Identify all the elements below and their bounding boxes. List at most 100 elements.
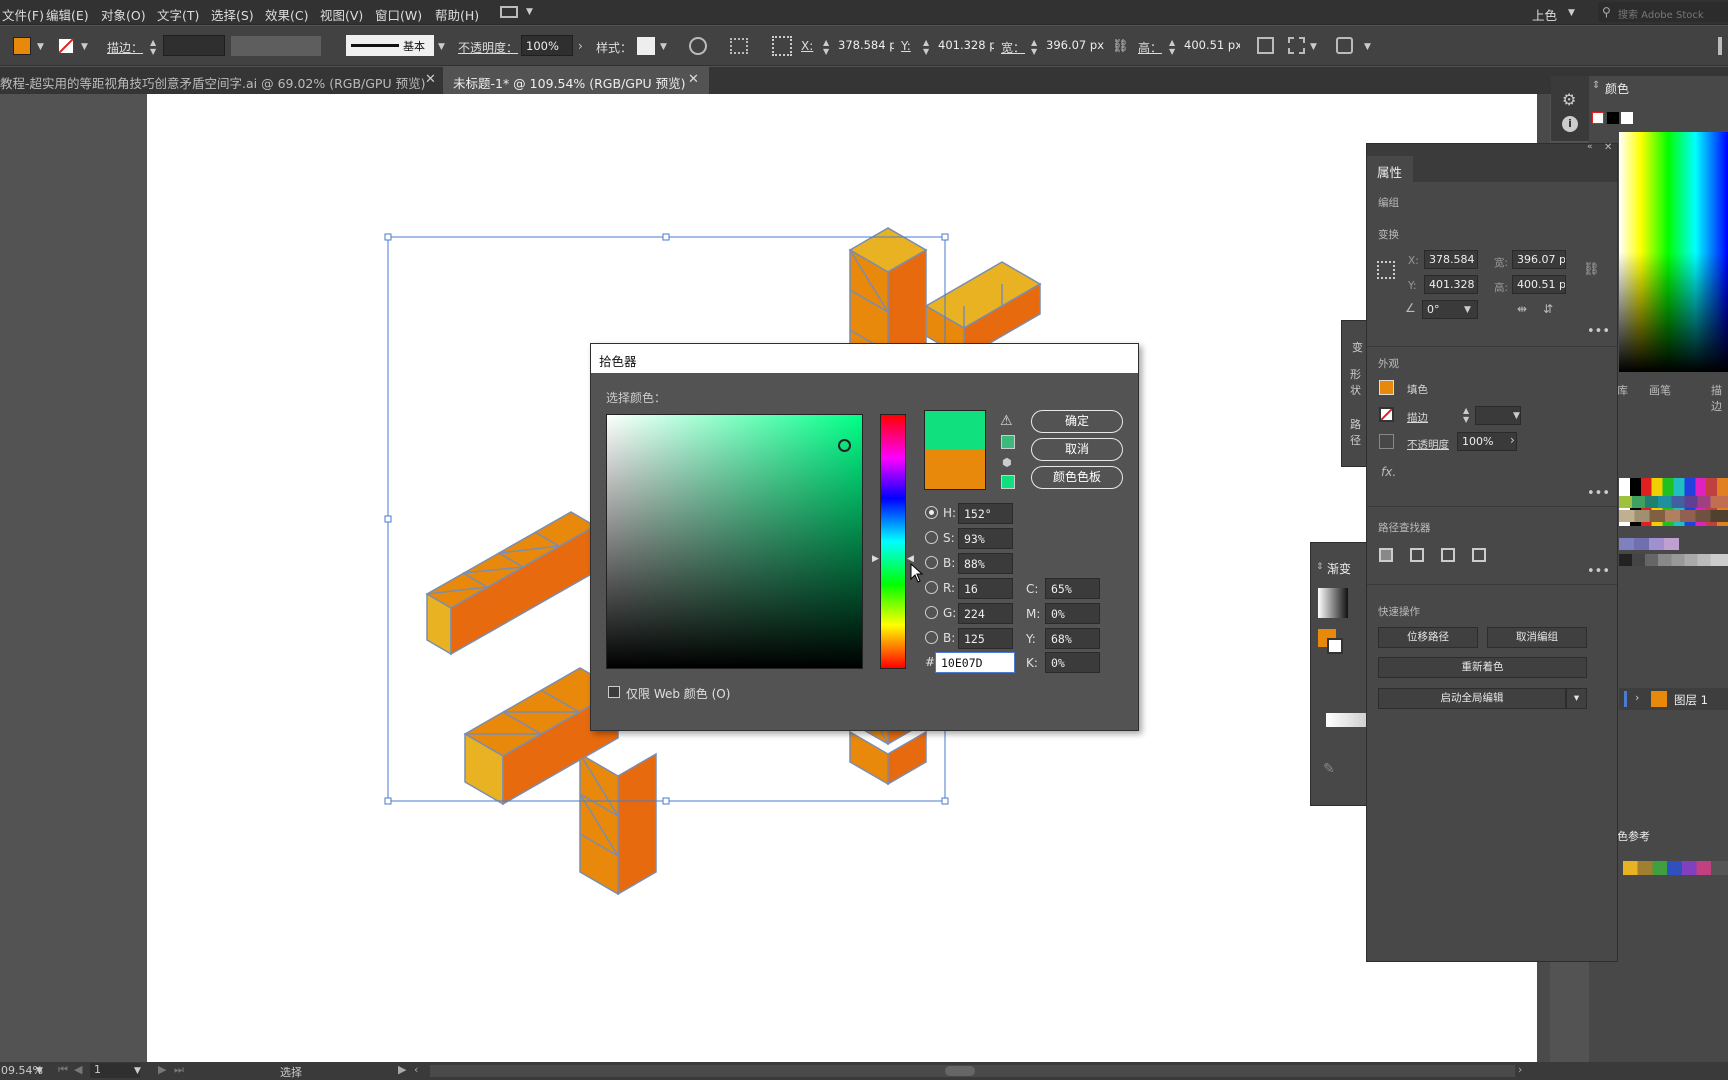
layer-row[interactable]: › 图层 1 [1619, 688, 1728, 710]
tab-color-guide[interactable]: 色参考 [1617, 828, 1650, 844]
menu-window[interactable]: 窗口(W) [375, 5, 422, 24]
color-spectrum[interactable] [1619, 132, 1728, 372]
chevron-down-icon[interactable]: ▼ [36, 1066, 43, 1076]
fill-swatch[interactable] [1379, 380, 1394, 395]
more-options-icon[interactable]: ••• [1587, 324, 1610, 339]
scroll-thumb[interactable] [945, 1066, 975, 1076]
gradient-preview[interactable] [1318, 588, 1348, 618]
workspace-switcher-icon[interactable] [500, 6, 518, 18]
swatch-row-3[interactable] [1619, 510, 1728, 522]
tab-gradient[interactable]: 渐变 [1327, 560, 1351, 577]
hue-radio[interactable] [925, 506, 938, 519]
close-icon[interactable]: ✕ [1604, 142, 1612, 153]
height-input[interactable]: 400.51 px [1180, 35, 1240, 56]
status-menu-icon[interactable]: ▶ [398, 1063, 406, 1076]
brightness-radio[interactable] [925, 556, 938, 569]
isolate-icon[interactable] [1288, 37, 1305, 54]
style-swatch[interactable] [637, 37, 655, 55]
web-only-checkbox[interactable] [608, 686, 620, 698]
fill-swatch[interactable] [13, 37, 31, 55]
menu-type[interactable]: 文字(T) [157, 5, 199, 24]
artboard-number-input[interactable]: 1 [90, 1063, 140, 1078]
stepper-icon[interactable]: ▲ ▼ [923, 38, 929, 56]
stepper-icon[interactable]: ▲ ▼ [1169, 38, 1175, 56]
chevron-down-icon[interactable]: ▼ [134, 1066, 141, 1076]
last-artboard-icon[interactable]: ⏭ [174, 1063, 184, 1077]
collapse-icon[interactable]: « [1587, 142, 1593, 152]
info-icon[interactable]: i [1562, 116, 1578, 132]
chevron-right-icon[interactable]: › [1510, 433, 1515, 447]
menu-edit[interactable]: 编辑(E) [46, 5, 89, 24]
first-artboard-icon[interactable]: ⏮ [58, 1063, 68, 1077]
yellow-input[interactable]: 68% [1045, 628, 1100, 649]
puppet-warp-icon[interactable] [1336, 37, 1353, 54]
flip-vertical-icon[interactable]: ⇵ [1543, 302, 1553, 316]
blue-radio[interactable] [925, 631, 938, 644]
menu-view[interactable]: 视图(V) [320, 5, 363, 24]
swatch-row-grays[interactable] [1619, 554, 1728, 566]
y-input[interactable]: 401.328 p [934, 35, 994, 56]
hex-input[interactable]: 10E07D [935, 652, 1015, 673]
tab-brushes[interactable]: 画笔 [1649, 382, 1671, 398]
layer-name[interactable]: 图层 1 [1674, 692, 1708, 708]
chevron-right-icon[interactable]: › [578, 39, 583, 53]
stroke-swatch[interactable] [1327, 638, 1343, 654]
color-guide-strip[interactable] [1623, 861, 1728, 875]
y-input[interactable]: 401.328 [1424, 275, 1478, 294]
cyan-input[interactable]: 65% [1045, 578, 1100, 599]
stroke-weight-input[interactable] [163, 35, 225, 56]
brush-definition[interactable]: 基本 [346, 35, 434, 56]
green-radio[interactable] [925, 606, 938, 619]
magenta-input[interactable]: 0% [1045, 603, 1100, 624]
global-edit-button[interactable]: 启动全局编辑 [1378, 688, 1566, 709]
minus-front-icon[interactable] [1410, 548, 1424, 562]
black-input[interactable]: 0% [1045, 652, 1100, 673]
menu-object[interactable]: 对象(O) [101, 5, 146, 24]
out-of-gamut-warning-icon[interactable]: ⚠ [1000, 413, 1013, 429]
scroll-left-icon[interactable]: ‹ [414, 1063, 418, 1076]
horizontal-scrollbar[interactable] [430, 1065, 1515, 1077]
web-safe-cube-icon[interactable]: ⬢ [1002, 456, 1012, 469]
more-options-icon[interactable]: ••• [1587, 486, 1610, 501]
color-swatches-button[interactable]: 颜色色板 [1031, 466, 1123, 489]
constrain-proportions-icon[interactable]: ⛓ [1583, 262, 1600, 277]
green-input[interactable]: 224 [958, 603, 1013, 624]
old-color-preview[interactable] [925, 450, 985, 489]
stroke-swatch[interactable] [1379, 407, 1394, 422]
offset-path-button[interactable]: 位移路径 [1378, 627, 1478, 648]
chevron-down-icon[interactable]: ▼ [660, 42, 667, 52]
reference-point-icon[interactable] [1377, 261, 1395, 279]
variable-width-profile[interactable] [231, 36, 321, 56]
previous-artboard-icon[interactable]: ◀ [74, 1063, 82, 1076]
chevron-down-icon[interactable]: ▼ [1464, 305, 1471, 315]
close-icon[interactable]: ✕ [425, 72, 436, 87]
chevron-right-icon[interactable]: › [1635, 691, 1639, 704]
x-input[interactable]: 378.584 [1424, 250, 1478, 269]
chevron-down-icon[interactable]: ▼ [1364, 42, 1371, 52]
gradient-slider[interactable] [1326, 713, 1369, 727]
tab-stroke[interactable]: 描边 [1711, 382, 1728, 414]
none-swatch[interactable] [1592, 112, 1604, 124]
red-radio[interactable] [925, 581, 938, 594]
chevron-down-icon[interactable]: ▼ [37, 42, 44, 52]
tab-transform[interactable]: 变 [1352, 339, 1363, 355]
stepper-icon[interactable]: ▲ ▼ [1463, 406, 1469, 424]
tab-color[interactable]: 颜色 [1605, 80, 1629, 97]
next-artboard-icon[interactable]: ▶ [158, 1063, 166, 1076]
saturation-radio[interactable] [925, 531, 938, 544]
opacity-input[interactable]: 100% [1457, 432, 1517, 451]
gamut-color-swatch[interactable] [1001, 435, 1015, 449]
menu-effect[interactable]: 效果(C) [265, 5, 308, 24]
dialog-title-bar[interactable]: 拾色器 [591, 344, 1138, 373]
tab-libraries[interactable]: 库 [1617, 382, 1628, 398]
chevron-down-icon[interactable]: ▼ [1513, 411, 1520, 421]
menu-select[interactable]: 选择(S) [211, 5, 254, 24]
flip-horizontal-icon[interactable]: ⇹ [1517, 302, 1527, 316]
panel-menu-icon[interactable] [1718, 37, 1722, 55]
swatch-row-4[interactable] [1619, 538, 1679, 550]
ungroup-button[interactable]: 取消编组 [1487, 627, 1587, 648]
stock-search-input[interactable]: ⚲ 搜索 Adobe Stock [1598, 2, 1728, 22]
gear-icon[interactable]: ⚙ [1562, 90, 1576, 109]
hue-marker-left[interactable]: ▶ [872, 554, 879, 564]
global-edit-dropdown[interactable]: ▾ [1566, 688, 1587, 709]
